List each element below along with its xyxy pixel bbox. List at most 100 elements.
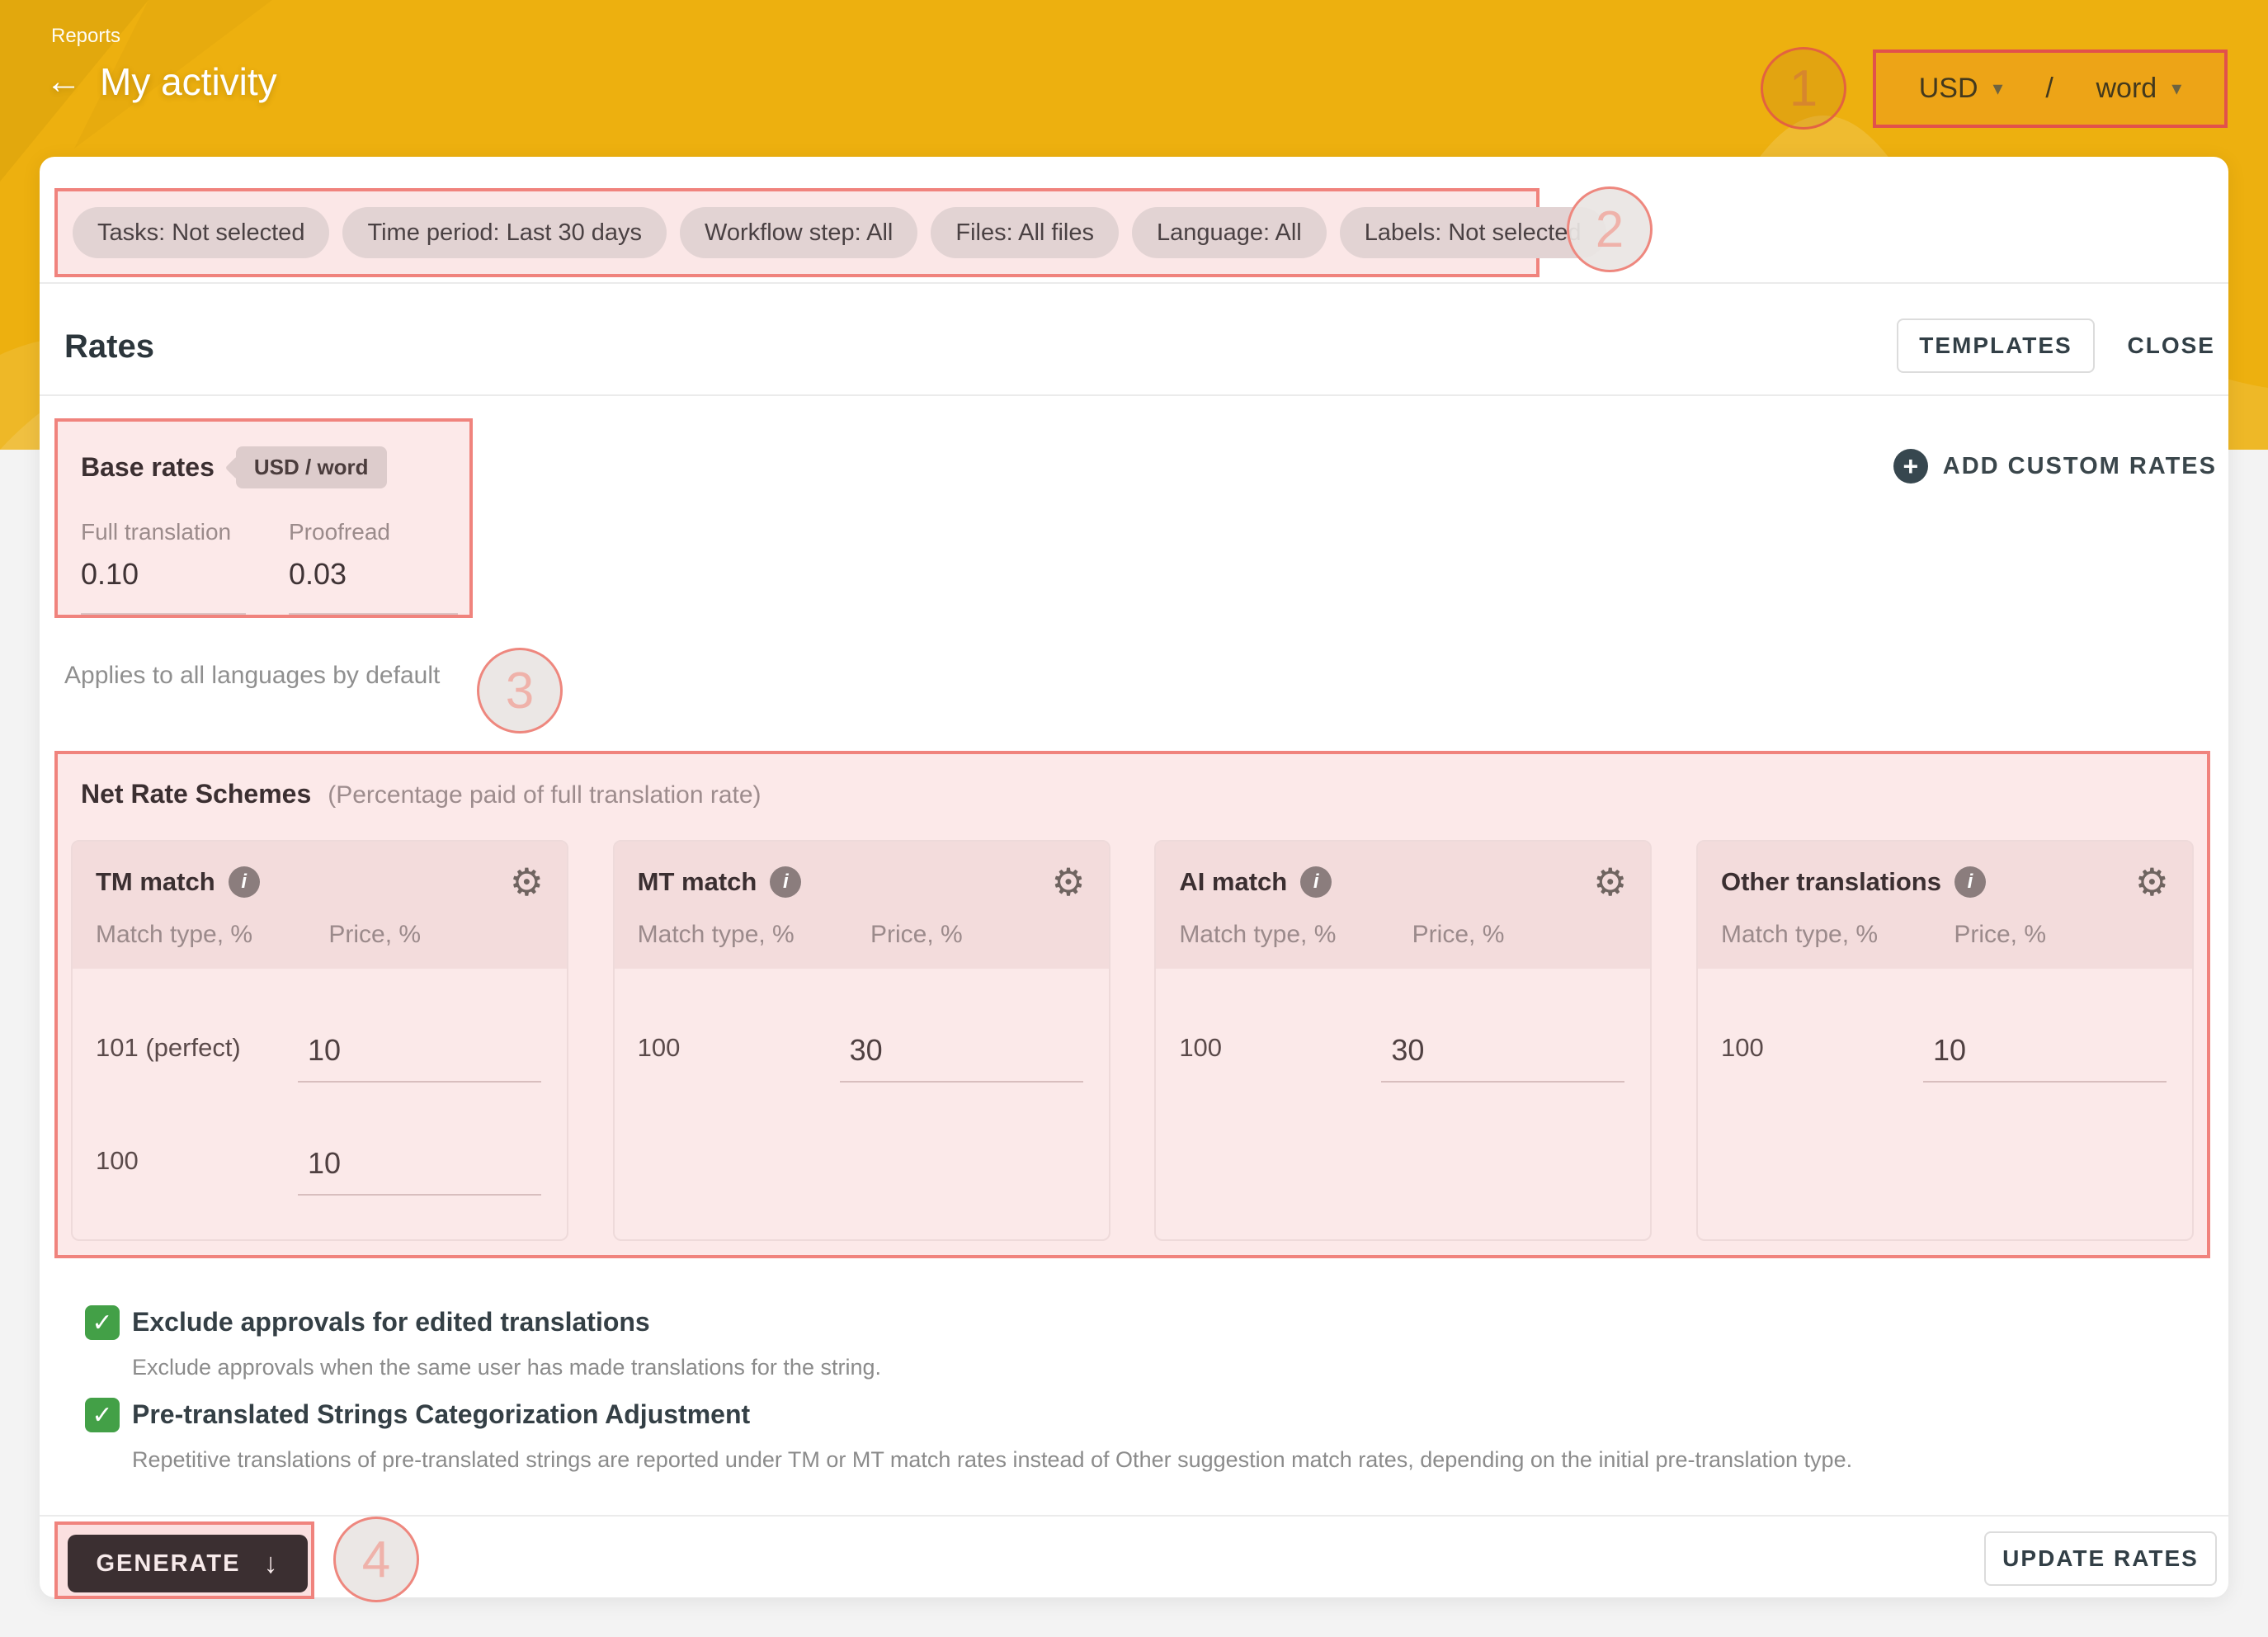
currency-unit-separator: /	[2045, 73, 2053, 105]
tm-match-title: TM match	[96, 867, 215, 897]
proofread-input[interactable]: 0.03	[289, 557, 458, 592]
price-input[interactable]: 10	[1923, 990, 2167, 1083]
match-type-value: 100	[638, 1033, 681, 1063]
generate-button[interactable]: GENERATE ↓	[68, 1535, 308, 1592]
breadcrumb[interactable]: Reports	[51, 25, 120, 48]
match-type-column-header: Match type, %	[1179, 921, 1412, 949]
ai-match-title: AI match	[1179, 867, 1287, 897]
templates-button[interactable]: TEMPLATES	[1897, 318, 2095, 373]
filter-chip-files[interactable]: Files: All files	[931, 207, 1119, 258]
filter-chip-workflow-step[interactable]: Workflow step: All	[680, 207, 917, 258]
info-icon[interactable]: i	[1954, 866, 1986, 898]
unit-value: word	[2096, 73, 2157, 105]
filter-chip-language[interactable]: Language: All	[1132, 207, 1327, 258]
table-row: 100 10	[96, 1103, 544, 1202]
table-row: 101 (perfect) 10	[96, 990, 544, 1089]
annotation-step-3: 3	[477, 648, 563, 734]
match-type-column-header: Match type, %	[1721, 921, 1954, 949]
close-button[interactable]: CLOSE	[2128, 318, 2215, 373]
other-translations-card: Other translations i ⚙ Match type, % Pri…	[1696, 840, 2194, 1241]
annotation-step-1: 1	[1761, 47, 1846, 130]
price-value: 10	[1933, 1033, 1966, 1068]
filter-chip-tasks[interactable]: Tasks: Not selected	[73, 207, 329, 258]
price-column-header: Price, %	[1412, 921, 1505, 949]
price-value: 10	[308, 1033, 341, 1068]
page-title: My activity	[100, 59, 277, 104]
add-custom-rates-label: ADD CUSTOM RATES	[1943, 453, 2217, 480]
gear-icon[interactable]: ⚙	[2135, 863, 2169, 901]
price-value: 10	[308, 1146, 341, 1181]
exclude-approvals-checkbox[interactable]: ✓	[85, 1305, 120, 1340]
info-icon[interactable]: i	[229, 866, 260, 898]
price-input[interactable]: 10	[298, 1103, 541, 1196]
pretranslated-adjustment-checkbox[interactable]: ✓	[85, 1398, 120, 1432]
match-type-column-header: Match type, %	[638, 921, 870, 949]
generate-label: GENERATE	[97, 1550, 241, 1578]
plus-icon: +	[1893, 449, 1928, 484]
add-custom-rates-button[interactable]: + ADD CUSTOM RATES	[1893, 447, 2217, 485]
chevron-down-icon: ▾	[2171, 77, 2181, 101]
base-rates-highlight-box: Base rates USD / word Full translation 0…	[54, 418, 473, 618]
price-value: 30	[1391, 1033, 1424, 1068]
currency-value: USD	[1919, 73, 1978, 105]
tm-match-card: TM match i ⚙ Match type, % Price, % 101 …	[71, 840, 568, 1241]
divider	[40, 282, 2228, 284]
match-type-value: 100	[1179, 1033, 1222, 1063]
annotation-step-4: 4	[333, 1517, 419, 1602]
currency-unit-badge: USD / word	[236, 446, 387, 488]
price-input[interactable]: 30	[840, 990, 1083, 1083]
filter-chip-time-period[interactable]: Time period: Last 30 days	[342, 207, 667, 258]
input-underline	[289, 613, 458, 615]
exclude-approvals-label: Exclude approvals for edited translation…	[132, 1307, 650, 1337]
match-type-value: 100	[1721, 1033, 1764, 1063]
match-type-value: 101 (perfect)	[96, 1033, 241, 1063]
gear-icon[interactable]: ⚙	[1593, 863, 1627, 901]
pretranslated-adjustment-description: Repetitive translations of pre-translate…	[132, 1447, 1852, 1473]
price-value: 30	[850, 1033, 883, 1068]
info-icon[interactable]: i	[1300, 866, 1332, 898]
exclude-approvals-description: Exclude approvals when the same user has…	[132, 1355, 881, 1380]
base-rates-title: Base rates	[81, 452, 215, 483]
price-input[interactable]: 30	[1381, 990, 1624, 1083]
annotation-step-2: 2	[1567, 186, 1653, 272]
currency-select[interactable]: USD ▾	[1919, 73, 2003, 105]
report-settings-panel: Tasks: Not selected Time period: Last 30…	[40, 157, 2228, 1597]
full-translation-input[interactable]: 0.10	[81, 557, 246, 592]
net-rate-schemes-highlight-box: Net Rate Schemes (Percentage paid of ful…	[54, 751, 2210, 1258]
gear-icon[interactable]: ⚙	[510, 863, 544, 901]
match-type-value: 100	[96, 1146, 139, 1176]
mt-match-card: MT match i ⚙ Match type, % Price, % 100 …	[613, 840, 1110, 1241]
filter-chip-labels[interactable]: Labels: Not selected	[1340, 207, 1606, 258]
applies-note: Applies to all languages by default	[64, 662, 440, 690]
chevron-down-icon: ▾	[1993, 77, 2003, 101]
ai-match-card: AI match i ⚙ Match type, % Price, % 100 …	[1154, 840, 1652, 1241]
badge-label: USD / word	[254, 455, 369, 479]
update-rates-button[interactable]: UPDATE RATES	[1984, 1531, 2217, 1586]
net-rate-schemes-subtitle: (Percentage paid of full translation rat…	[328, 781, 761, 809]
mt-match-title: MT match	[638, 867, 757, 897]
gear-icon[interactable]: ⚙	[1051, 863, 1085, 901]
badge-arrow	[225, 455, 248, 479]
filters-highlight-box: Tasks: Not selected Time period: Last 30…	[54, 188, 1540, 277]
unit-select[interactable]: word ▾	[2096, 73, 2182, 105]
back-arrow-icon[interactable]: ←	[45, 64, 82, 100]
rates-section-title: Rates	[64, 328, 154, 366]
download-arrow-icon: ↓	[263, 1548, 279, 1580]
info-icon[interactable]: i	[770, 866, 801, 898]
generate-highlight-box: GENERATE ↓	[54, 1521, 314, 1599]
currency-unit-selector: USD ▾ / word ▾	[1873, 50, 2228, 128]
pretranslated-adjustment-label: Pre-translated Strings Categorization Ad…	[132, 1399, 750, 1430]
net-rate-schemes-title: Net Rate Schemes	[81, 779, 311, 809]
price-input[interactable]: 10	[298, 990, 541, 1083]
divider	[40, 394, 2228, 396]
table-row: 100 10	[1721, 990, 2169, 1089]
match-type-column-header: Match type, %	[96, 921, 328, 949]
table-row: 100 30	[638, 990, 1086, 1089]
divider	[40, 1515, 2228, 1517]
table-row: 100 30	[1179, 990, 1627, 1089]
full-translation-label: Full translation	[81, 519, 246, 545]
input-underline	[81, 613, 246, 615]
price-column-header: Price, %	[870, 921, 963, 949]
other-translations-title: Other translations	[1721, 867, 1941, 897]
proofread-label: Proofread	[289, 519, 458, 545]
